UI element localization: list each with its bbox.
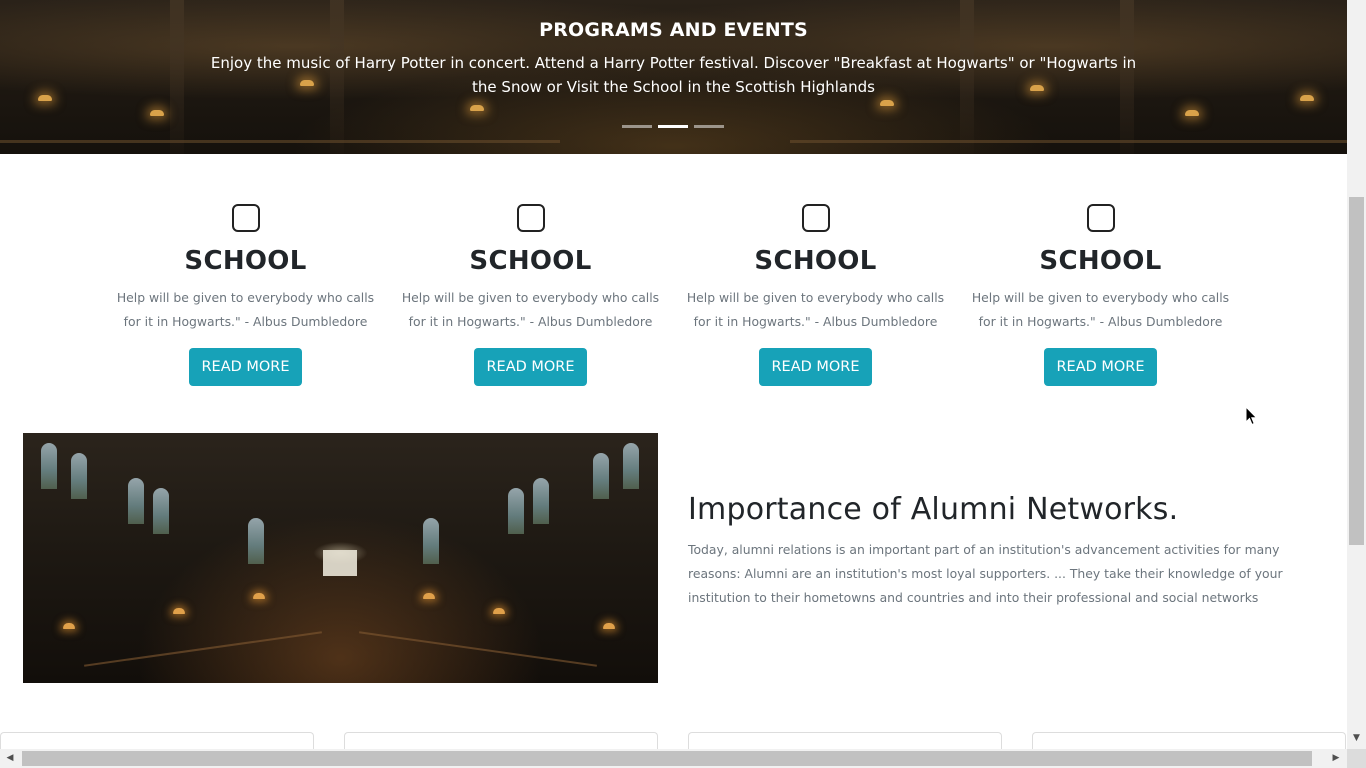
square-icon	[801, 204, 830, 232]
feature-text: Help will be given to everybody who call…	[116, 290, 375, 329]
feature-card: SCHOOL Help will be given to everybody w…	[673, 204, 958, 386]
hall-lamp	[423, 593, 435, 599]
feature-title: SCHOOL	[184, 246, 307, 276]
carousel-indicator-3[interactable]	[694, 125, 724, 128]
feature-card: SCHOOL Help will be given to everybody w…	[388, 204, 673, 386]
features-row: SCHOOL Help will be given to everybody w…	[103, 204, 1243, 386]
card	[0, 732, 314, 749]
carousel-indicators	[622, 125, 724, 128]
hall-lamp	[603, 623, 615, 629]
carousel-indicator-2[interactable]	[658, 125, 688, 128]
hall-lamp	[253, 593, 265, 599]
hall-window	[248, 518, 264, 564]
card	[688, 732, 1002, 749]
hero-carousel: PROGRAMS AND EVENTS Enjoy the music of H…	[0, 0, 1347, 154]
alumni-text: Today, alumni relations is an important …	[688, 542, 1283, 605]
feature-card: SCHOOL Help will be given to everybody w…	[103, 204, 388, 386]
hall-lamp	[493, 608, 505, 614]
hero-lamp	[1185, 110, 1199, 116]
hall-window	[128, 478, 144, 524]
alumni-title: Importance of Alumni Networks.	[688, 492, 1179, 527]
hall-window	[508, 488, 524, 534]
hero-lamp	[1300, 95, 1314, 101]
feature-title: SCHOOL	[1039, 246, 1162, 276]
read-more-button[interactable]: READ MORE	[759, 348, 872, 386]
feature-title: SCHOOL	[754, 246, 877, 276]
hero-text: Enjoy the music of Harry Potter in conce…	[210, 54, 1137, 96]
scrollbar-corner	[1347, 749, 1366, 768]
hero-lamp	[880, 100, 894, 106]
hall-window	[593, 453, 609, 499]
square-icon	[231, 204, 260, 232]
hero-table	[790, 140, 1347, 143]
hall-window	[71, 453, 87, 499]
hero-table	[0, 140, 560, 143]
read-more-button[interactable]: READ MORE	[1044, 348, 1157, 386]
page-viewport: PROGRAMS AND EVENTS Enjoy the music of H…	[0, 0, 1347, 749]
hall-window	[623, 443, 639, 489]
horizontal-scroll-thumb[interactable]	[22, 751, 1312, 766]
hall-window	[533, 478, 549, 524]
mouse-cursor-icon	[1245, 406, 1258, 426]
square-icon	[516, 204, 545, 232]
great-hall-image	[23, 433, 658, 683]
hall-window	[153, 488, 169, 534]
feature-text: Help will be given to everybody who call…	[686, 290, 945, 329]
scroll-left-arrow-icon[interactable]: ◀	[2, 749, 18, 768]
hall-table	[84, 631, 322, 667]
feature-text: Help will be given to everybody who call…	[971, 290, 1230, 329]
hall-table	[359, 631, 597, 667]
read-more-button[interactable]: READ MORE	[474, 348, 587, 386]
read-more-button[interactable]: READ MORE	[189, 348, 302, 386]
card	[344, 732, 658, 749]
vertical-scrollbar[interactable]: ▼	[1347, 0, 1366, 749]
hall-lamp	[63, 623, 75, 629]
vertical-scroll-thumb[interactable]	[1349, 197, 1364, 545]
hall-lamp	[173, 608, 185, 614]
feature-text: Help will be given to everybody who call…	[401, 290, 660, 329]
hall-center-window	[323, 550, 357, 576]
scroll-down-arrow-icon[interactable]: ▼	[1347, 730, 1366, 746]
scroll-right-arrow-icon[interactable]: ▶	[1328, 749, 1344, 768]
feature-card: SCHOOL Help will be given to everybody w…	[958, 204, 1243, 386]
hall-window	[41, 443, 57, 489]
card	[1032, 732, 1346, 749]
hall-window	[423, 518, 439, 564]
hero-lamp	[470, 105, 484, 111]
square-icon	[1086, 204, 1115, 232]
hero-lamp	[38, 95, 52, 101]
carousel-indicator-1[interactable]	[622, 125, 652, 128]
horizontal-scrollbar[interactable]: ◀ ▶	[0, 749, 1347, 768]
feature-title: SCHOOL	[469, 246, 592, 276]
hero-title: PROGRAMS AND EVENTS	[539, 19, 808, 41]
hero-lamp	[150, 110, 164, 116]
